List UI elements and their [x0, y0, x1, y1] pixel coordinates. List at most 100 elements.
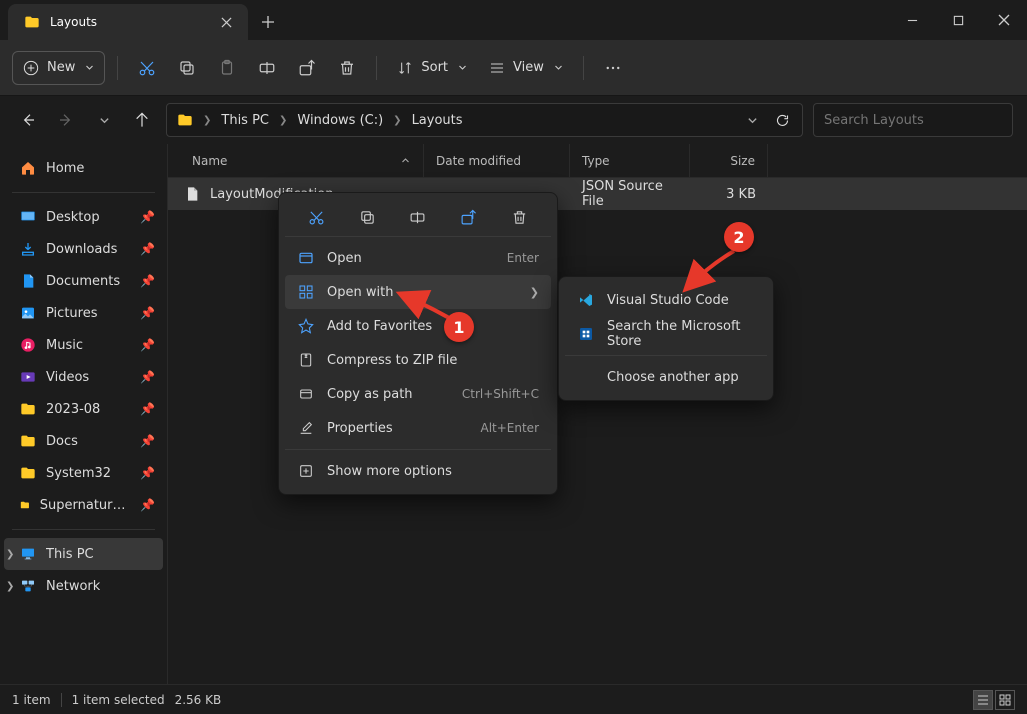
ctx-add-favorites[interactable]: Add to Favorites [285, 309, 551, 343]
pc-icon [20, 546, 36, 562]
sort-button[interactable]: Sort [389, 51, 475, 85]
column-label: Type [582, 154, 610, 168]
ctx-show-more[interactable]: Show more options [285, 454, 551, 488]
sidebar-item-desktop[interactable]: Desktop 📌 [4, 201, 163, 233]
paste-button[interactable] [210, 51, 244, 85]
view-button[interactable]: View [481, 51, 571, 85]
new-tab-button[interactable] [248, 4, 288, 40]
sidebar-item-label: System32 [46, 466, 111, 481]
breadcrumb-folder[interactable]: Layouts [412, 113, 463, 128]
rename-button[interactable] [250, 51, 284, 85]
more-button[interactable] [596, 51, 630, 85]
folder-icon [20, 465, 36, 481]
ctx-shortcut: Alt+Enter [480, 421, 539, 435]
ctx-compress[interactable]: Compress to ZIP file [285, 343, 551, 377]
column-header-size[interactable]: Size [690, 144, 768, 177]
open-icon [297, 250, 315, 266]
folder-icon [20, 497, 30, 513]
sidebar-item-documents[interactable]: Documents 📌 [4, 265, 163, 297]
sidebar-item-folder[interactable]: 2023-08 📌 [4, 393, 163, 425]
column-header-type[interactable]: Type [570, 144, 690, 177]
expand-icon[interactable]: ❯ [6, 549, 14, 560]
column-header-name[interactable]: Name [168, 144, 424, 177]
ctx-copy-button[interactable] [352, 203, 382, 233]
ctx-share-button[interactable] [454, 203, 484, 233]
breadcrumb-separator[interactable]: ❯ [391, 115, 403, 126]
up-button[interactable] [128, 106, 156, 134]
sidebar-item-network[interactable]: ❯ Network [4, 570, 163, 602]
pin-icon: 📌 [140, 434, 155, 448]
zip-icon [297, 352, 315, 368]
ctx-copy-path[interactable]: Copy as path Ctrl+Shift+C [285, 377, 551, 411]
ctx-label: Show more options [327, 464, 452, 479]
sidebar: Home Desktop 📌 Downloads 📌 Documents 📌 P… [0, 144, 168, 684]
ctx-properties[interactable]: Properties Alt+Enter [285, 411, 551, 445]
breadcrumb-drive[interactable]: Windows (C:) [297, 113, 383, 128]
sidebar-item-music[interactable]: Music 📌 [4, 329, 163, 361]
ctx-delete-button[interactable] [505, 203, 535, 233]
history-button[interactable] [90, 106, 118, 134]
address-dropdown-button[interactable] [738, 106, 766, 134]
breadcrumb-separator[interactable]: ❯ [277, 115, 289, 126]
new-label: New [47, 60, 75, 75]
breadcrumb-thispc[interactable]: This PC [221, 113, 269, 128]
sidebar-item-thispc[interactable]: ❯ This PC [4, 538, 163, 570]
sidebar-item-folder[interactable]: Supernatural Season 1 📌 [4, 489, 163, 521]
ctx-open-with[interactable]: Open with ❯ [285, 275, 551, 309]
documents-icon [20, 273, 36, 289]
ctx-cut-button[interactable] [301, 203, 331, 233]
back-button[interactable] [14, 106, 42, 134]
sidebar-item-videos[interactable]: Videos 📌 [4, 361, 163, 393]
ctx-label: Properties [327, 421, 393, 436]
sidebar-item-label: Videos [46, 370, 89, 385]
cut-button[interactable] [130, 51, 164, 85]
sidebar-item-downloads[interactable]: Downloads 📌 [4, 233, 163, 265]
ctx-label: Open [327, 251, 362, 266]
submenu-vscode[interactable]: Visual Studio Code [565, 283, 767, 317]
ctx-open[interactable]: Open Enter [285, 241, 551, 275]
close-button[interactable] [981, 0, 1027, 40]
expand-icon[interactable]: ❯ [6, 581, 14, 592]
sidebar-home[interactable]: Home [4, 152, 163, 184]
search-box[interactable] [813, 103, 1013, 137]
toolbar-divider [117, 56, 118, 80]
delete-button[interactable] [330, 51, 364, 85]
window-tab[interactable]: Layouts [8, 4, 248, 40]
context-quick-actions [285, 199, 551, 237]
details-view-button[interactable] [973, 690, 993, 710]
copy-button[interactable] [170, 51, 204, 85]
breadcrumb-separator[interactable]: ❯ [201, 115, 213, 126]
submenu-choose[interactable]: Choose another app [565, 360, 767, 394]
more-icon [297, 463, 315, 479]
tab-close-button[interactable] [216, 12, 236, 32]
status-separator [61, 693, 62, 707]
search-input[interactable] [824, 113, 994, 128]
ctx-rename-button[interactable] [403, 203, 433, 233]
address-bar[interactable]: ❯ This PC ❯ Windows (C:) ❯ Layouts [166, 103, 803, 137]
sidebar-item-label: Downloads [46, 242, 117, 257]
view-label: View [513, 60, 544, 75]
store-icon [577, 326, 595, 342]
ctx-label: Add to Favorites [327, 319, 432, 334]
vscode-icon [577, 292, 595, 308]
sidebar-item-label: Network [46, 579, 100, 594]
toolbar: New Sort View [0, 40, 1027, 96]
submenu-label: Choose another app [607, 370, 739, 385]
new-button[interactable]: New [12, 51, 105, 85]
sidebar-item-label: Docs [46, 434, 78, 449]
context-separator [285, 449, 551, 450]
column-header-date[interactable]: Date modified [424, 144, 570, 177]
sidebar-item-pictures[interactable]: Pictures 📌 [4, 297, 163, 329]
submenu-store[interactable]: Search the Microsoft Store [565, 317, 767, 351]
maximize-button[interactable] [935, 0, 981, 40]
sidebar-item-folder[interactable]: Docs 📌 [4, 425, 163, 457]
thumbnails-view-button[interactable] [995, 690, 1015, 710]
refresh-button[interactable] [768, 106, 796, 134]
pin-icon: 📌 [140, 242, 155, 256]
sort-indicator-icon [399, 155, 411, 167]
share-button[interactable] [290, 51, 324, 85]
minimize-button[interactable] [889, 0, 935, 40]
forward-button[interactable] [52, 106, 80, 134]
sidebar-item-folder[interactable]: System32 📌 [4, 457, 163, 489]
folder-icon [20, 433, 36, 449]
